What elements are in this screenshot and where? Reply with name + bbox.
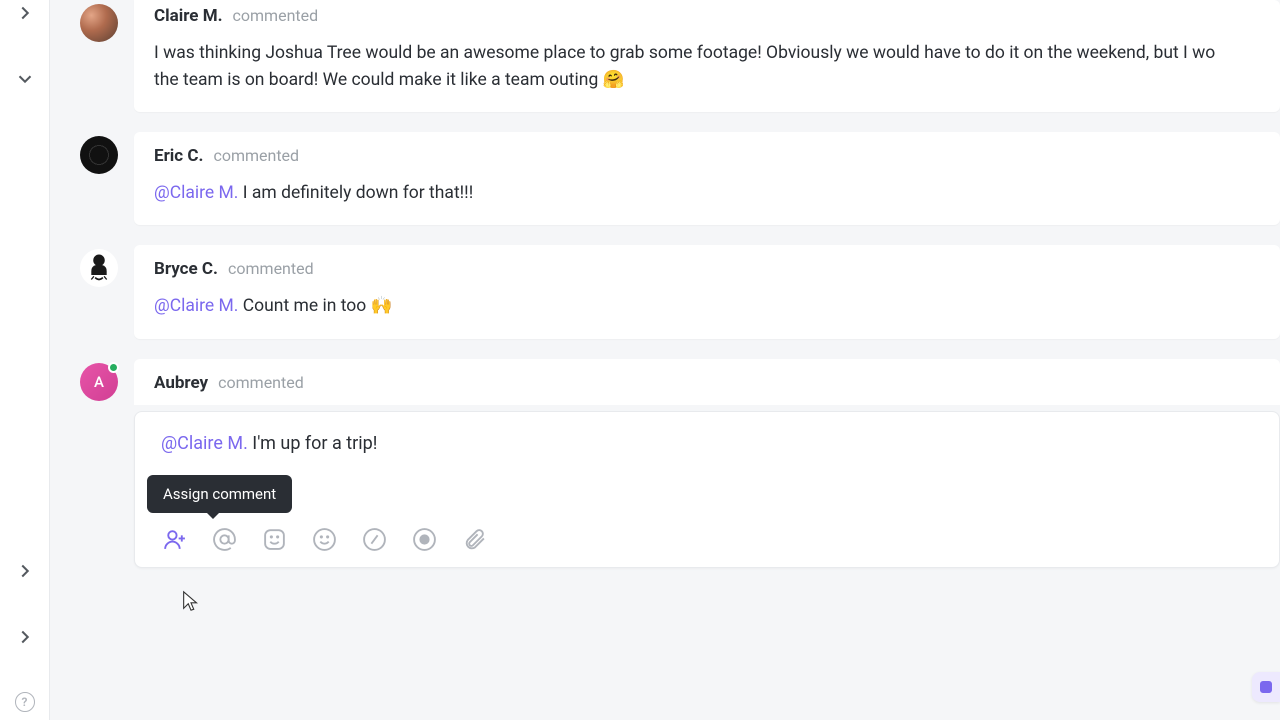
ai-icon[interactable] [261,527,287,553]
slash-icon[interactable] [361,527,387,553]
comment-body: @Claire M. Count me in too 🙌 [154,293,1260,320]
mention[interactable]: @Claire M. [154,296,238,316]
chevron-right-icon[interactable] [14,560,36,582]
comment-author[interactable]: Aubrey [154,373,208,393]
comment-verb: commented [233,6,319,25]
comment-body: I was thinking Joshua Tree would be an a… [154,40,1260,94]
comment-verb: commented [218,373,304,392]
comment-author[interactable]: Bryce C. [154,259,218,279]
cursor-icon [180,590,202,616]
composer-toolbar: Assign comment [161,527,1259,553]
avatar[interactable]: A [80,363,118,401]
avatar[interactable] [80,136,118,174]
avatar[interactable] [80,4,118,42]
comment-verb: commented [213,146,299,165]
comment-input[interactable]: @Claire M. I'm up for a trip! Assign com… [134,411,1280,568]
comment-verb: commented [228,259,314,278]
assign-icon[interactable] [161,527,187,553]
avatar[interactable] [80,249,118,287]
chevron-right-icon[interactable] [14,626,36,648]
comment-item: Bryce C. commented @Claire M. Count me i… [80,245,1280,338]
emoji-icon[interactable] [311,527,337,553]
square-icon [1260,681,1272,693]
comment-author[interactable]: Eric C. [154,146,203,166]
comment-author[interactable]: Claire M. [154,6,223,26]
mention[interactable]: @Claire M. [161,433,248,454]
comment-composer: A Aubrey commented @Claire M. I'm up for… [80,359,1280,568]
presence-dot-icon [108,362,119,373]
comment-item: Eric C. commented @Claire M. I am defini… [80,132,1280,225]
attach-icon[interactable] [461,527,487,553]
chevron-down-icon[interactable] [14,68,36,90]
left-rail: ? [0,0,50,720]
mention[interactable]: @Claire M. [154,183,238,203]
comment-thread: Claire M. commented I was thinking Joshu… [50,0,1280,720]
floating-action-button[interactable] [1252,672,1280,702]
record-icon[interactable] [411,527,437,553]
comment-body: @Claire M. I am definitely down for that… [154,180,1260,207]
avatar-initial: A [94,373,104,391]
help-icon[interactable]: ? [15,692,35,712]
comment-item: Claire M. commented I was thinking Joshu… [80,0,1280,112]
mention-icon[interactable] [211,527,237,553]
tooltip: Assign comment [147,475,292,513]
chevron-right-icon[interactable] [14,2,36,24]
